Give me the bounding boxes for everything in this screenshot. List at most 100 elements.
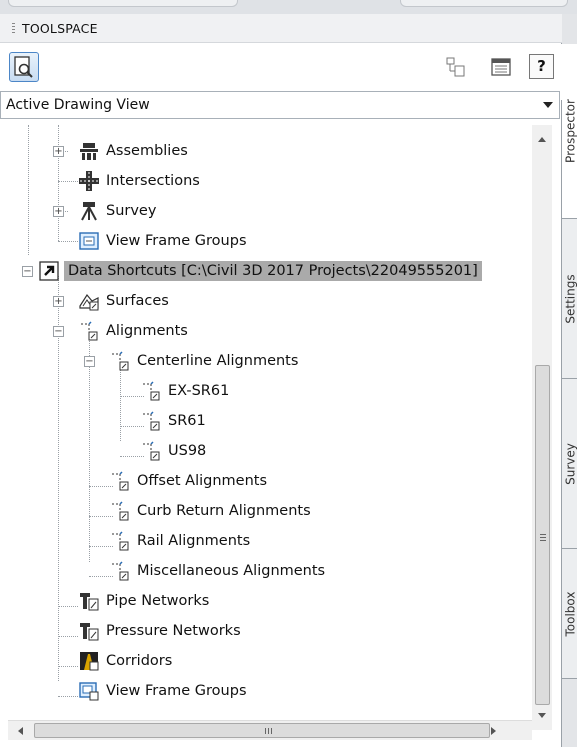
prospector-tree: + + − + − − Assemblies Intersections Sur…: [8, 125, 531, 715]
tree-item-label: EX-SR61: [168, 383, 230, 399]
title-bar[interactable]: TOOLSPACE: [0, 14, 562, 43]
tab-settings[interactable]: Settings: [562, 219, 577, 379]
collapse-icon[interactable]: −: [22, 266, 33, 277]
tree-item-label: Data Shortcuts [C:\Civil 3D 2017 Project…: [64, 261, 482, 281]
alignment-shortcut-icon: [140, 410, 162, 432]
tree-item-label: View Frame Groups: [106, 233, 247, 249]
tab-prospector[interactable]: Prospector: [562, 44, 577, 219]
data-shortcuts-icon: [38, 260, 60, 282]
scroll-right-arrow-icon[interactable]: [491, 727, 496, 735]
view-frame-groups-icon: [78, 680, 100, 702]
scroll-up-arrow-icon[interactable]: [538, 137, 546, 142]
assemblies-icon: [78, 140, 100, 162]
tree-item-alignments[interactable]: Alignments: [78, 316, 188, 346]
tab-toolbox[interactable]: Toolbox: [562, 549, 577, 679]
corridors-icon: [78, 650, 100, 672]
alignment-shortcut-icon: [109, 470, 131, 492]
collapse-icon[interactable]: −: [53, 326, 64, 337]
expand-icon[interactable]: +: [53, 146, 64, 157]
tree-item-surfaces[interactable]: Surfaces: [78, 286, 169, 316]
item-view-button[interactable]: [445, 56, 467, 78]
view-selector-value: Active Drawing View: [6, 97, 150, 113]
collapse-icon[interactable]: −: [84, 356, 95, 367]
alignments-icon: [78, 320, 100, 342]
tree-item-ex-sr61[interactable]: EX-SR61: [140, 376, 229, 406]
tree-item-label: Curb Return Alignments: [137, 503, 311, 519]
alignment-shortcut-icon: [109, 500, 131, 522]
alignment-shortcut-icon: [109, 530, 131, 552]
scroll-thumb[interactable]: [535, 365, 550, 705]
view-selector-dropdown[interactable]: Active Drawing View: [0, 91, 560, 119]
pressure-networks-icon: [78, 620, 100, 642]
alignment-shortcut-icon: [140, 380, 162, 402]
tab-label: Prospector: [563, 99, 577, 163]
help-button[interactable]: ?: [529, 54, 554, 79]
drag-grip-icon[interactable]: [12, 23, 15, 35]
tree-item-label: Intersections: [106, 173, 200, 189]
tree-item-corridors[interactable]: Corridors: [78, 646, 172, 676]
vertical-scrollbar[interactable]: [532, 125, 552, 730]
scroll-left-arrow-icon[interactable]: [18, 727, 23, 735]
tree-item-us98[interactable]: US98: [140, 436, 206, 466]
tree-item-label: Rail Alignments: [137, 533, 251, 549]
survey-icon: [78, 200, 100, 222]
tree-item-pipe-networks[interactable]: Pipe Networks: [78, 586, 209, 616]
tree-item-intersections[interactable]: Intersections: [78, 166, 200, 196]
tree-item-label: Centerline Alignments: [137, 353, 299, 369]
expand-icon[interactable]: +: [53, 206, 64, 217]
horizontal-scroll-thumb[interactable]: [34, 723, 490, 738]
tree-item-label: Survey: [106, 203, 157, 219]
scroll-grip-icon: [540, 534, 546, 541]
toolspace-panel: TOOLSPACE ? Active Drawing View + + − + …: [0, 14, 562, 747]
tree-item-miscellaneous-alignments[interactable]: Miscellaneous Alignments: [109, 556, 325, 586]
tree-item-centerline-alignments[interactable]: Centerline Alignments: [109, 346, 298, 376]
tree-item-pressure-networks[interactable]: Pressure Networks: [78, 616, 241, 646]
tree-item-rail-alignments[interactable]: Rail Alignments: [109, 526, 250, 556]
tree-item-label: Miscellaneous Alignments: [137, 563, 326, 579]
surfaces-icon: [78, 290, 100, 312]
tree-item-label: US98: [168, 443, 207, 459]
panorama-icon: [491, 58, 511, 76]
tree-item-data-shortcuts[interactable]: Data Shortcuts [C:\Civil 3D 2017 Project…: [38, 256, 482, 286]
tab-label: Survey: [563, 442, 577, 485]
tree-item-view-frame-groups-2[interactable]: View Frame Groups: [78, 676, 247, 706]
tree-item-label: Pressure Networks: [106, 623, 241, 639]
tree-item-label: View Frame Groups: [106, 683, 247, 699]
top-strip: [0, 0, 577, 14]
expand-icon[interactable]: +: [53, 296, 64, 307]
tree-item-label: Pipe Networks: [106, 593, 210, 609]
tree-item-label: Offset Alignments: [137, 473, 268, 489]
scroll-down-arrow-icon[interactable]: [538, 713, 546, 718]
tree-item-label: Alignments: [106, 323, 188, 339]
tab-label: Toolbox: [563, 591, 577, 636]
alignment-shortcut-icon: [140, 440, 162, 462]
tree-item-sr61[interactable]: SR61: [140, 406, 206, 436]
side-tab-strip: Prospector Settings Survey Toolbox: [562, 14, 577, 747]
intersections-icon: [78, 170, 100, 192]
view-frame-groups-icon: [78, 230, 100, 252]
tree-item-curb-return-alignments[interactable]: Curb Return Alignments: [109, 496, 311, 526]
tab-label: Settings: [563, 273, 577, 324]
tree-item-assemblies[interactable]: Assemblies: [78, 136, 188, 166]
item-view-icon: [446, 57, 465, 77]
prospector-view-button[interactable]: [9, 52, 39, 82]
pipe-networks-icon: [78, 590, 100, 612]
tree-item-label: Surfaces: [106, 293, 169, 309]
tree-item-survey[interactable]: Survey: [78, 196, 156, 226]
tab-survey[interactable]: Survey: [562, 379, 577, 549]
horizontal-scrollbar[interactable]: [8, 720, 532, 740]
alignment-shortcut-icon: [109, 560, 131, 582]
tree-item-label: Assemblies: [106, 143, 188, 159]
prospector-view-icon: [14, 56, 33, 78]
chevron-down-icon: [543, 102, 553, 108]
tree-item-view-frame-groups[interactable]: View Frame Groups: [78, 226, 247, 256]
tree-item-label: SR61: [168, 413, 206, 429]
tree-item-offset-alignments[interactable]: Offset Alignments: [109, 466, 267, 496]
upper-window-tab: [400, 0, 568, 7]
tree-item-label: Corridors: [106, 653, 173, 669]
alignment-shortcut-icon: [109, 350, 131, 372]
scroll-grip-icon: [265, 728, 272, 734]
upper-window-tab: [8, 0, 238, 7]
palette-title: TOOLSPACE: [22, 21, 98, 36]
panorama-button[interactable]: [490, 56, 512, 78]
